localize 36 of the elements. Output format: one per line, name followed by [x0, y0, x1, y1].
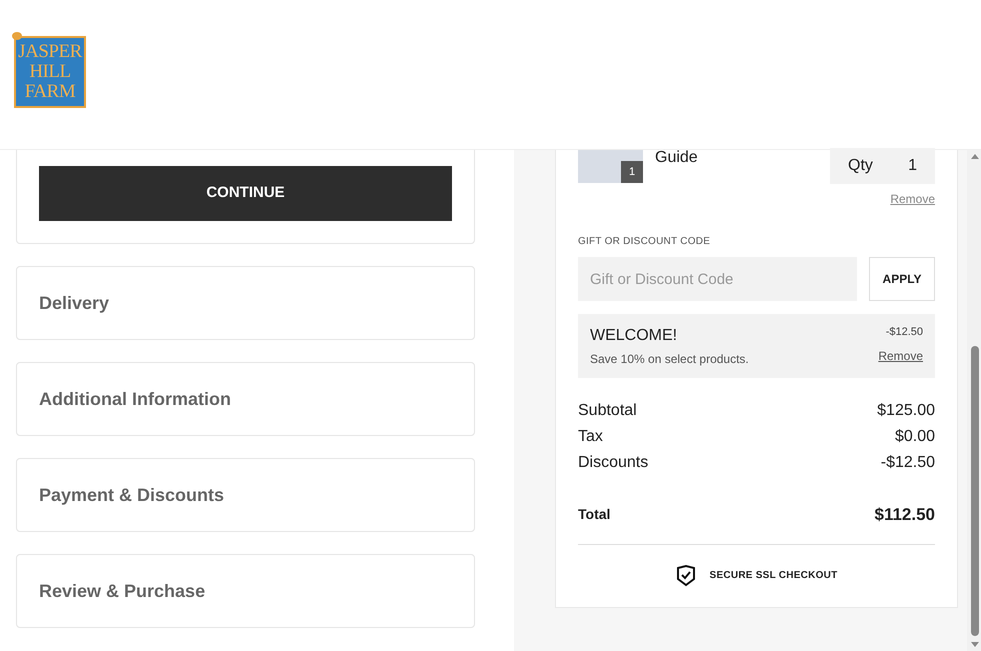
total-label: Tax	[578, 427, 603, 447]
logo-text: JASPER	[18, 42, 82, 62]
grand-total-label: Total	[578, 505, 610, 524]
quantity-label: Qty	[848, 156, 873, 176]
product-name: Guide	[655, 150, 698, 168]
scrollbar-thumb[interactable]	[970, 346, 978, 636]
secure-checkout-text: SECURE SSL CHECKOUT	[710, 569, 838, 583]
scrollbar[interactable]	[967, 150, 981, 651]
remove-link[interactable]: Remove	[878, 346, 923, 364]
continue-button[interactable]: CONTINUE	[39, 166, 452, 221]
total-value: -$12.50	[880, 453, 935, 473]
discount-description: Save 10% on select products.	[590, 351, 749, 368]
total-label: Subtotal	[578, 401, 637, 421]
quantity-field[interactable]: Qty 1	[830, 148, 935, 184]
checkout-step[interactable]: Review & Purchase	[16, 554, 475, 628]
grand-total-value: $112.50	[874, 504, 935, 526]
apply-button[interactable]: APPLY	[869, 257, 935, 301]
checkout-step[interactable]: Payment & Discounts	[16, 458, 475, 532]
scroll-down-icon[interactable]	[970, 642, 978, 647]
logo-text: HILL	[29, 62, 71, 82]
remove-link[interactable]: Remove	[890, 190, 935, 208]
checkout-step[interactable]: Additional Information	[16, 362, 475, 436]
item-count-badge: 1	[621, 161, 643, 183]
shield-check-icon	[676, 564, 696, 586]
total-value: $0.00	[894, 427, 935, 447]
checkout-step[interactable]: Delivery	[16, 266, 475, 340]
total-value: $125.00	[877, 401, 935, 421]
discount-code: WELCOME!	[590, 326, 678, 346]
scroll-up-icon[interactable]	[970, 154, 978, 159]
discount-amount: -$12.50	[886, 325, 923, 340]
discount-label: GIFT OR DISCOUNT CODE	[578, 235, 712, 249]
quantity-value: 1	[908, 156, 917, 176]
total-label: Discounts	[578, 453, 648, 473]
leaf-icon	[12, 32, 22, 40]
discount-code-field[interactable]: Gift or Discount Code	[578, 257, 857, 301]
logo-text: FARM	[24, 82, 76, 102]
